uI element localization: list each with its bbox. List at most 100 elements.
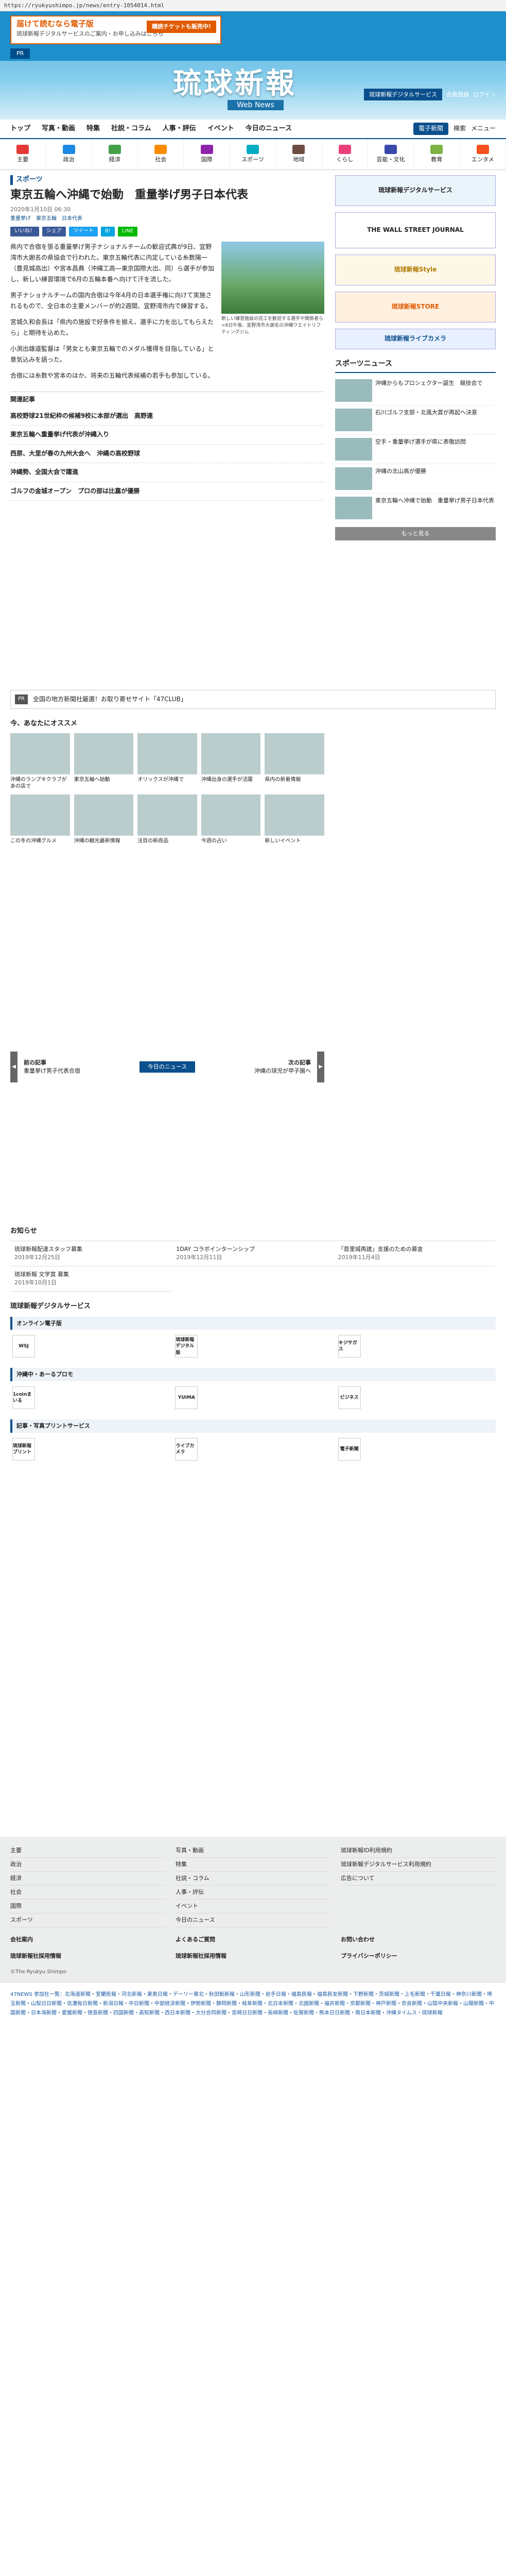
service-item[interactable]: 琉球新報プリント — [12, 1438, 168, 1461]
notice-item[interactable]: 「首里城再建」支援のための募金 2019年11月4日 — [334, 1241, 496, 1266]
footer-link[interactable]: 国際 — [10, 1900, 165, 1914]
article-photo[interactable]: 新しい練習施設の完工を歓迎する選手や関係者ら=8日午後、宜野湾市大謝名の沖縄ウエ… — [221, 241, 324, 386]
address-bar[interactable]: https://ryukyushimpo.jp/news/entry-10540… — [0, 0, 506, 11]
register-link[interactable]: 会員登録 — [446, 91, 469, 99]
article-tags[interactable]: 重量挙げ 東京五輪 日本代表 — [10, 215, 324, 223]
recommend-item[interactable]: 新しいイベント — [265, 794, 324, 845]
promo-banner[interactable]: 届けて読むなら電子版 琉球新報デジタルサービスのご案内・お申し込みはこちら 購読… — [10, 15, 221, 44]
login-link[interactable]: ログイン — [473, 91, 496, 99]
footer-link[interactable]: 人事・評伝 — [176, 1886, 330, 1900]
ad-wsj[interactable]: THE WALL STREET JOURNAL — [335, 212, 496, 248]
next-arrow[interactable]: ▶ — [317, 1052, 325, 1083]
share-button[interactable]: ツイート — [69, 227, 98, 236]
footer-link[interactable]: 会社案内 — [10, 1936, 165, 1944]
share-button[interactable]: いいね！ — [10, 227, 39, 236]
nav-item[interactable]: 特集 — [86, 124, 100, 134]
recommend-item[interactable]: 注目の新商品 — [137, 794, 197, 845]
recommend-item[interactable]: 沖縄の観光最新情報 — [74, 794, 134, 845]
category-くらし[interactable]: くらし — [322, 139, 368, 170]
category-教育[interactable]: 教育 — [414, 139, 460, 170]
today-news-button[interactable]: 今日のニュース — [139, 1061, 196, 1073]
category-経済[interactable]: 経済 — [92, 139, 138, 170]
recommend-item[interactable]: 東京五輪へ始動 — [74, 733, 134, 790]
category-スポーツ[interactable]: スポーツ — [230, 139, 276, 170]
category-政治[interactable]: 政治 — [46, 139, 92, 170]
footer-link[interactable]: 経済 — [10, 1872, 165, 1886]
related-item[interactable]: 西原、大里が春の九州大会へ 沖縄の高校野球 — [10, 445, 324, 464]
prev-arrow[interactable]: ◀ — [10, 1052, 18, 1083]
footer-link[interactable]: 特集 — [176, 1858, 330, 1872]
next-article[interactable]: 次の記事 沖縄の球児が甲子園へ — [201, 1059, 311, 1075]
share-button[interactable]: シェア — [42, 227, 66, 236]
service-item[interactable]: キジサガス — [338, 1335, 494, 1358]
menu-link[interactable]: メニュー — [471, 124, 496, 133]
notice-item[interactable]: 琉球新報 文学賞 募集 2019年10月1日 — [10, 1266, 172, 1292]
sports-item[interactable]: 沖縄からもプロシェクター誕生 競技会で — [335, 376, 496, 406]
category-芸能・文化[interactable]: 芸能・文化 — [368, 139, 414, 170]
nav-item[interactable]: イベント — [207, 124, 234, 134]
search-link[interactable]: 検索 — [453, 124, 466, 133]
related-item[interactable]: 高校野球21世紀枠の候補9校に本部が選出 高野連 — [10, 407, 324, 426]
category-エンタメ[interactable]: エンタメ — [460, 139, 506, 170]
pr-row[interactable]: PR 全国の地方新聞社厳選！お取り寄せサイト「47CLUB」 — [10, 690, 496, 709]
footer-link[interactable]: プライバシーポリシー — [341, 1952, 496, 1960]
recommend-item[interactable]: オリックスが沖縄で — [137, 733, 197, 790]
sports-item[interactable]: 東京五輪へ沖縄で始動 重量挙げ男子日本代表 — [335, 494, 496, 523]
footer-link[interactable]: 琉球新報社採用情報 — [176, 1952, 330, 1960]
ad-digital[interactable]: 琉球新報デジタルサービス — [335, 175, 496, 206]
footer-link[interactable]: 写真・動画 — [176, 1844, 330, 1858]
share-button[interactable]: LINE — [117, 227, 138, 236]
footer-link[interactable]: 社説・コラム — [176, 1872, 330, 1886]
footer-link[interactable]: イベント — [176, 1900, 330, 1914]
category-社会[interactable]: 社会 — [138, 139, 184, 170]
notice-item[interactable]: 琉球新報配達スタッフ募集 2019年12月25日 — [10, 1241, 172, 1266]
footer-link[interactable]: 琉球新報社採用情報 — [10, 1952, 165, 1960]
sports-item[interactable]: 石川ゴルフ支部・北風大賞が再起へ決意 — [335, 405, 496, 435]
footer-link[interactable]: 琉球新報デジタルサービス利用規約 — [341, 1858, 496, 1872]
prev-article[interactable]: 前の記事 重量挙げ男子代表合宿 — [24, 1059, 133, 1075]
service-item[interactable]: 1coinまいる — [12, 1386, 168, 1410]
category-国際[interactable]: 国際 — [184, 139, 230, 170]
ad-store[interactable]: 琉球新報STORE — [335, 292, 496, 323]
notice-item[interactable]: 1DAY コラボインターンシップ 2019年12月11日 — [172, 1241, 334, 1266]
footer-link[interactable]: 社会 — [10, 1886, 165, 1900]
service-item[interactable]: 琉球新報デジタル版 — [175, 1335, 330, 1358]
service-item[interactable]: ビジネス — [338, 1386, 494, 1410]
digital-service-button[interactable]: 琉球新報デジタルサービス — [364, 89, 442, 101]
nav-item[interactable]: トップ — [10, 124, 30, 134]
footer-link[interactable]: スポーツ — [10, 1913, 165, 1927]
photo-image[interactable] — [221, 241, 324, 314]
footer-link[interactable]: お問い合わせ — [341, 1936, 496, 1944]
service-item[interactable]: YUIMA — [175, 1386, 330, 1410]
service-item[interactable]: 電子新聞 — [338, 1438, 494, 1461]
sports-item[interactable]: 沖縄の北山高が優勝 — [335, 464, 496, 494]
recommend-item[interactable]: 県内の新着情報 — [265, 733, 324, 790]
category-地域[interactable]: 地域 — [276, 139, 322, 170]
pr-text[interactable]: 全国の地方新聞社厳選！お取り寄せサイト「47CLUB」 — [33, 695, 187, 704]
n47-list[interactable]: 47NEWS 参加社一覧：北海道新聞・室蘭民報・河北新報・東奥日報・デーリー東北… — [0, 1983, 506, 2026]
footer-link[interactable]: 広告について — [341, 1872, 496, 1886]
related-item[interactable]: ゴルフの金城オープン プロの部は比嘉が優勝 — [10, 482, 324, 501]
nav-item[interactable]: 人事・評伝 — [163, 124, 196, 134]
related-item[interactable]: 東京五輪へ重量挙げ代表が沖縄入り — [10, 426, 324, 445]
category-主要[interactable]: 主要 — [0, 139, 46, 170]
footer-link[interactable]: 今日のニュース — [176, 1913, 330, 1927]
ad-livecam[interactable]: 琉球新報ライブカメラ — [335, 329, 496, 349]
ad-style[interactable]: 琉球新報Style — [335, 255, 496, 285]
nav-item[interactable]: 写真・動画 — [42, 124, 75, 134]
more-button[interactable]: もっと見る — [335, 527, 496, 541]
e-paper-button[interactable]: 電子新聞 — [413, 123, 448, 135]
service-item[interactable]: ライブカメラ — [175, 1438, 330, 1461]
recommend-item[interactable]: 沖縄のランプキクラブがあの店で — [10, 733, 70, 790]
nav-item[interactable]: 今日のニュース — [246, 124, 292, 134]
site-logo[interactable]: 琉球新報 — [173, 63, 296, 105]
service-item[interactable]: WSJ — [12, 1335, 168, 1358]
sports-item[interactable]: 空手・重量挙げ選手が県に表敬訪問 — [335, 435, 496, 465]
recommend-item[interactable]: 今週の占い — [201, 794, 261, 845]
promo-cta[interactable]: 購読チケットも販売中! — [146, 21, 216, 33]
footer-link[interactable]: よくあるご質問 — [176, 1936, 330, 1944]
recommend-item[interactable]: 沖縄出身の選手が活躍 — [201, 733, 261, 790]
nav-item[interactable]: 社説・コラム — [111, 124, 151, 134]
footer-link[interactable]: 琉球新報ID利用規約 — [341, 1844, 496, 1858]
footer-link[interactable]: 政治 — [10, 1858, 165, 1872]
